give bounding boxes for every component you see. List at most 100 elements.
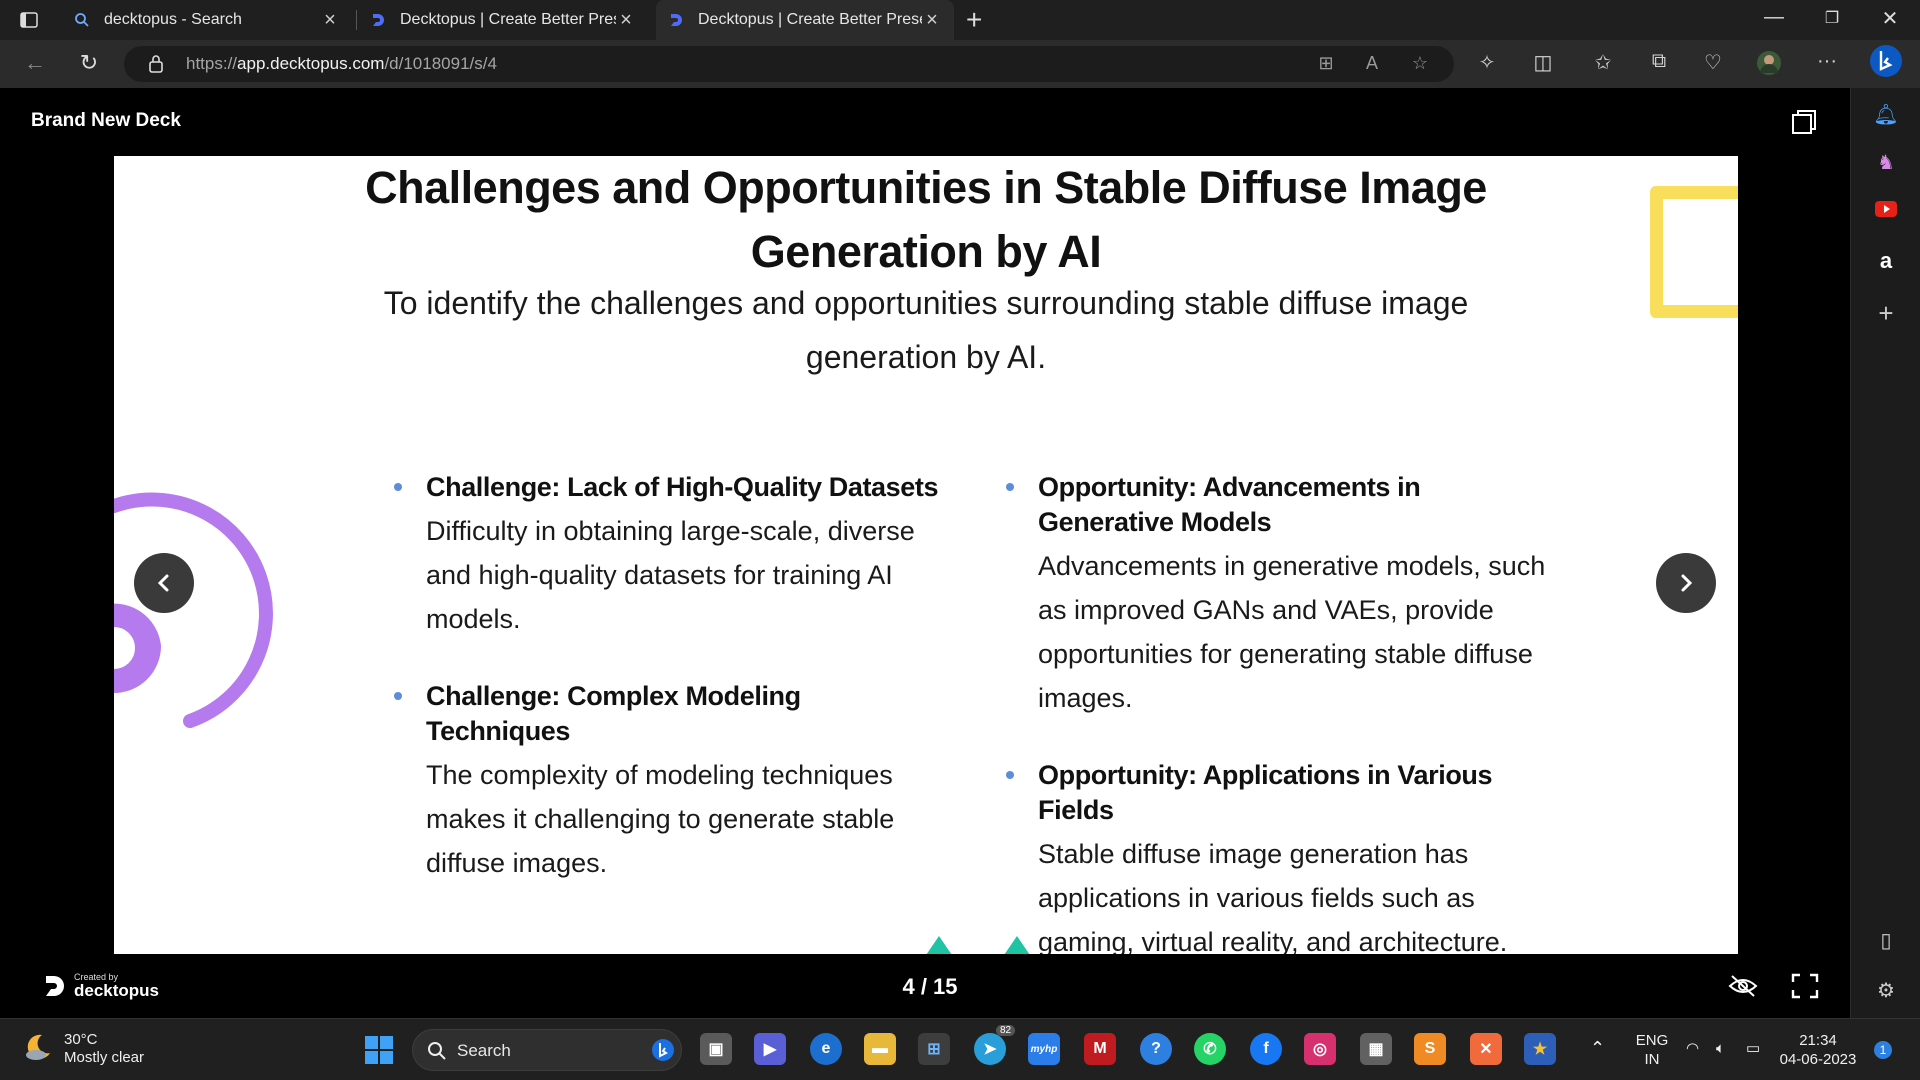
app-available-icon[interactable]: ⊞ bbox=[1314, 53, 1338, 75]
purple-arc-decoration bbox=[114, 492, 274, 728]
sublime-text-icon[interactable]: S bbox=[1414, 1033, 1446, 1065]
weather-temperature: 30°C bbox=[64, 1031, 98, 1048]
amazon-icon[interactable]: a bbox=[1871, 248, 1901, 278]
clock[interactable]: 21:34 04-06-2023 bbox=[1778, 1031, 1858, 1069]
fullscreen-icon[interactable] bbox=[1790, 972, 1820, 1000]
calculator-icon[interactable]: ▦ bbox=[1360, 1033, 1392, 1065]
clock-time: 21:34 bbox=[1799, 1032, 1837, 1049]
slide-title: Challenges and Opportunities in Stable D… bbox=[365, 162, 1487, 277]
url-path: /d/1018091/s/4 bbox=[384, 54, 497, 73]
close-tab-icon[interactable]: × bbox=[616, 9, 636, 32]
taskbar-search-box[interactable]: Search bbox=[412, 1029, 682, 1071]
lock-icon bbox=[149, 55, 163, 73]
previous-slide-button[interactable] bbox=[134, 553, 194, 613]
file-explorer-icon[interactable]: ▬ bbox=[864, 1033, 896, 1065]
language-region: IN bbox=[1644, 1051, 1660, 1068]
tab-actions-icon[interactable] bbox=[14, 8, 44, 32]
windows-start-icon[interactable] bbox=[364, 1035, 394, 1065]
back-arrow-icon[interactable]: ← bbox=[20, 50, 50, 76]
myhp-icon[interactable]: myhp bbox=[1028, 1033, 1060, 1065]
search-label: Search bbox=[457, 1041, 511, 1060]
whatsapp-icon[interactable]: ✆ bbox=[1194, 1033, 1226, 1065]
restore-icon[interactable]: ❐ bbox=[1812, 8, 1852, 28]
task-view-icon[interactable]: ▣ bbox=[700, 1033, 732, 1065]
app-header: Brand New Deck bbox=[0, 88, 1850, 156]
notification-bell-icon[interactable]: 🔔︎ bbox=[1871, 102, 1901, 132]
xampp-icon[interactable]: ✕ bbox=[1470, 1033, 1502, 1065]
url-host: app.decktopus.com bbox=[237, 54, 385, 73]
collections-icon[interactable]: ⧉ bbox=[1644, 50, 1674, 78]
tab-decktopus-2[interactable]: Decktopus | Create Better Presen × bbox=[656, 0, 954, 40]
close-tab-icon[interactable]: × bbox=[320, 9, 340, 32]
mcafee-icon[interactable]: M bbox=[1084, 1033, 1116, 1065]
instagram-icon[interactable]: ◎ bbox=[1304, 1033, 1336, 1065]
tab-title: Decktopus | Create Better Presen bbox=[400, 11, 616, 28]
decktopus-favicon-icon bbox=[373, 14, 384, 26]
window-close-icon[interactable]: ✕ bbox=[1870, 6, 1910, 31]
close-tab-icon[interactable]: × bbox=[922, 9, 942, 32]
help-icon[interactable]: ? bbox=[1140, 1033, 1172, 1065]
address-bar[interactable]: https://app.decktopus.com/d/1018091/s/4 … bbox=[124, 46, 1454, 82]
hide-sidebar-icon[interactable]: ▯ bbox=[1871, 928, 1901, 958]
battery-icon[interactable]: ▭ bbox=[1746, 1039, 1760, 1058]
decktopus-logo-icon bbox=[46, 976, 64, 996]
medal-app-icon[interactable]: ★ bbox=[1524, 1033, 1556, 1065]
telegram-icon[interactable]: ➤ bbox=[974, 1033, 1006, 1065]
add-sidebar-app-icon[interactable]: + bbox=[1871, 298, 1901, 328]
item-heading: Challenge: Complex Modeling Techniques bbox=[426, 681, 801, 746]
decktopus-brand[interactable]: Created by decktopus bbox=[42, 972, 159, 1000]
browser-essentials-icon[interactable]: ♡ bbox=[1698, 50, 1728, 78]
tab-decktopus-1[interactable]: Decktopus | Create Better Presen × bbox=[358, 0, 648, 40]
favorite-star-icon[interactable]: ☆ bbox=[1408, 53, 1432, 75]
item-body: Stable diffuse image generation has appl… bbox=[1038, 839, 1508, 954]
refresh-icon[interactable]: ↻ bbox=[74, 50, 104, 76]
edge-browser-icon[interactable]: e bbox=[810, 1033, 842, 1065]
weather-description: Mostly clear bbox=[64, 1049, 145, 1066]
list-item: Challenge: Complex Modeling Techniques T… bbox=[394, 679, 946, 885]
brand-name: decktopus bbox=[74, 981, 160, 1000]
sidebar-settings-icon[interactable]: ⚙ bbox=[1871, 978, 1901, 1008]
hide-eye-icon[interactable] bbox=[1728, 972, 1758, 1000]
decktopus-favicon-icon bbox=[671, 14, 682, 26]
search-icon bbox=[75, 13, 89, 27]
games-icon[interactable]: ♞ bbox=[1871, 150, 1901, 180]
extensions-icon[interactable]: ✧ bbox=[1472, 50, 1502, 78]
url-prefix: https:// bbox=[186, 54, 238, 73]
wifi-icon[interactable]: ◠ bbox=[1686, 1039, 1699, 1058]
tab-search[interactable]: decktopus - Search × bbox=[62, 0, 352, 40]
list-item: Challenge: Lack of High-Quality Datasets… bbox=[394, 470, 946, 641]
bullet-dot bbox=[394, 483, 402, 491]
app-footer: Created by decktopus 4 / 15 bbox=[0, 954, 1850, 1018]
language-indicator[interactable]: ENG IN bbox=[1632, 1031, 1672, 1069]
new-tab-icon[interactable]: + bbox=[966, 4, 982, 36]
duplicate-deck-icon[interactable] bbox=[1790, 108, 1818, 136]
weather-widget[interactable]: 30°C Mostly clear bbox=[22, 1031, 144, 1067]
bullet-dot bbox=[1006, 771, 1014, 779]
tab-title: Decktopus | Create Better Presen bbox=[698, 11, 922, 28]
search-icon bbox=[428, 1042, 446, 1060]
teams-chat-icon[interactable]: ▶ bbox=[754, 1033, 786, 1065]
slide: Challenges and Opportunities in Stable D… bbox=[114, 156, 1738, 954]
split-screen-icon[interactable]: ◫ bbox=[1528, 50, 1558, 78]
microsoft-store-icon[interactable]: ⊞ bbox=[918, 1033, 950, 1065]
challenges-list: Challenge: Lack of High-Quality Datasets… bbox=[394, 470, 946, 923]
facebook-icon[interactable]: f bbox=[1250, 1033, 1282, 1065]
show-hidden-icons-icon[interactable]: ⌃ bbox=[1590, 1039, 1605, 1058]
bing-copilot-icon[interactable] bbox=[1868, 44, 1904, 84]
windows-taskbar: 30°C Mostly clear Search ▣ ▶ e ▬ ⊞ ➤ 82 … bbox=[0, 1018, 1920, 1080]
minimize-icon[interactable]: — bbox=[1754, 6, 1794, 29]
profile-avatar[interactable] bbox=[1754, 50, 1784, 78]
more-options-icon[interactable]: ··· bbox=[1812, 50, 1842, 78]
next-slide-button[interactable] bbox=[1656, 553, 1716, 613]
moon-weather-icon bbox=[26, 1034, 50, 1060]
favorites-icon[interactable]: ✩ bbox=[1588, 50, 1618, 78]
notification-count-badge[interactable]: 1 bbox=[1874, 1041, 1892, 1059]
url-text[interactable]: https://app.decktopus.com/d/1018091/s/4 bbox=[186, 54, 497, 74]
volume-icon[interactable]: 🔈︎ bbox=[1716, 1039, 1725, 1058]
youtube-icon[interactable] bbox=[1871, 200, 1901, 230]
slide-stage: Challenges and Opportunities in Stable D… bbox=[0, 156, 1850, 954]
item-heading: Opportunity: Applications in Various Fie… bbox=[1038, 760, 1493, 825]
telegram-badge: 82 bbox=[996, 1025, 1016, 1036]
bullet-dot bbox=[394, 692, 402, 700]
read-aloud-icon[interactable]: A bbox=[1360, 53, 1384, 75]
